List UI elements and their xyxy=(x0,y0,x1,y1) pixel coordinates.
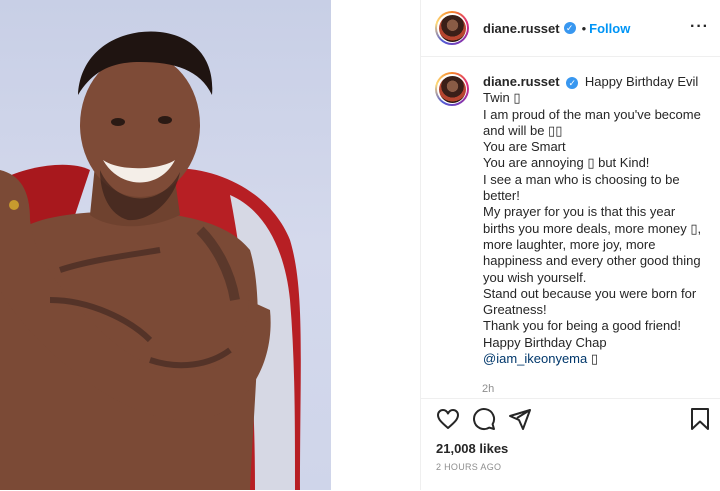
caption-line: Twin ▯ xyxy=(483,90,521,106)
mention-link[interactable]: @iam_ikeonyema xyxy=(483,351,587,366)
bookmark-icon[interactable] xyxy=(688,407,712,431)
caption-time[interactable]: 2h xyxy=(482,383,494,395)
caption-line: births you more deals, more money ▯, xyxy=(483,220,702,236)
avatar-image xyxy=(438,75,466,103)
caption-line: Happy Birthday Evil xyxy=(584,74,699,89)
caption-line: Happy Birthday Chap xyxy=(483,334,607,350)
caption-line: more laughter, more joy, more xyxy=(483,236,656,252)
caption-line: Thank you for being a good friend! xyxy=(483,318,682,334)
post-timestamp: 2 HOURS AGO xyxy=(436,462,502,472)
avatar-image xyxy=(438,14,466,42)
avatar-frame xyxy=(437,74,467,104)
caption-line: and will be ▯▯ xyxy=(483,122,563,138)
follow-button[interactable]: Follow xyxy=(589,21,630,36)
post-photo-illustration xyxy=(0,31,301,490)
caption-line: happiness and every other good thing xyxy=(483,253,701,269)
caption-line: I am proud of the man you've become xyxy=(483,106,701,122)
caption-avatar[interactable] xyxy=(435,72,469,106)
caption-first-line: diane.russet ✓ Happy Birthday Evil xyxy=(483,74,715,90)
actions-bar: 21,008 likes 2 HOURS AGO xyxy=(420,398,720,491)
caption-line: You are Smart xyxy=(483,139,566,155)
author-username[interactable]: diane.russet xyxy=(483,21,560,36)
verified-badge-icon: ✓ xyxy=(563,22,576,34)
caption-line: Stand out because you were born for xyxy=(483,285,697,301)
mention-suffix: ▯ xyxy=(587,351,599,367)
header-meta: diane.russet ✓ • Follow xyxy=(483,21,630,36)
separator-dot: • xyxy=(581,20,587,36)
caption-mention-line: @iam_ikeonyema ▯ xyxy=(483,351,715,367)
caption-text: diane.russet ✓ Happy Birthday Evil Twin … xyxy=(483,74,715,367)
caption-line: you wish yourself. xyxy=(483,269,587,285)
likes-count[interactable]: 21,008 likes xyxy=(436,441,508,456)
author-avatar[interactable] xyxy=(435,11,469,45)
caption-line: better! xyxy=(483,188,520,204)
caption-line: My prayer for you is that this year xyxy=(483,204,676,220)
caption-line: Greatness! xyxy=(483,302,547,318)
heart-icon[interactable] xyxy=(436,407,460,431)
more-options-icon[interactable]: ··· xyxy=(690,18,709,36)
post-header: diane.russet ✓ • Follow ··· xyxy=(421,0,720,57)
share-icon[interactable] xyxy=(508,407,532,431)
caption-username[interactable]: diane.russet xyxy=(483,74,560,89)
caption-line: I see a man who is choosing to be xyxy=(483,171,680,187)
caption-line: You are annoying ▯ but Kind! xyxy=(483,155,650,171)
verified-badge-icon: ✓ xyxy=(566,76,579,89)
avatar-frame xyxy=(437,13,467,43)
post-photo[interactable] xyxy=(0,0,331,490)
comment-icon[interactable] xyxy=(472,407,496,431)
